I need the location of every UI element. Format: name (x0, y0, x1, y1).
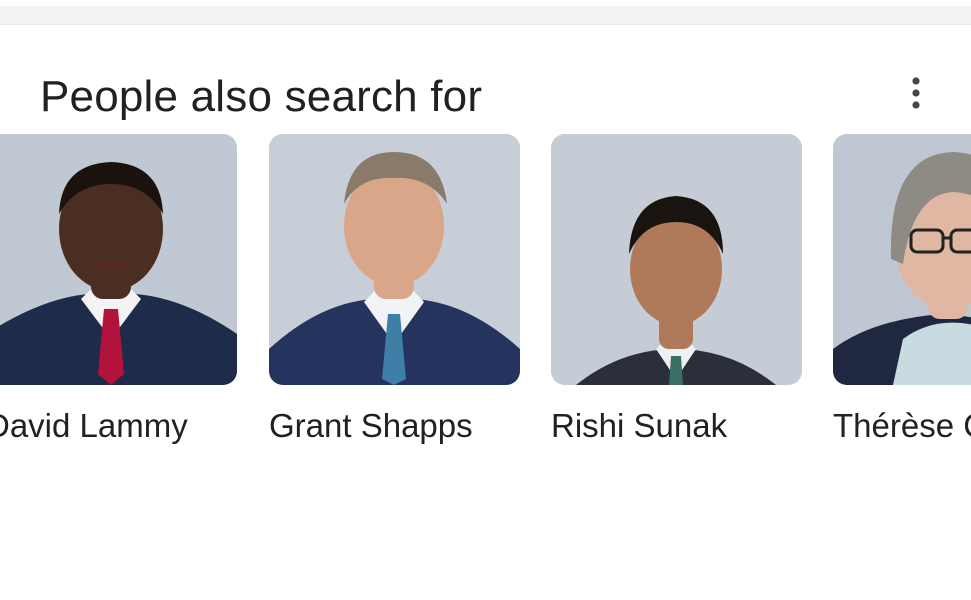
top-divider-strip (0, 0, 971, 25)
person-card-grant-shapps[interactable]: Grant Shapps (269, 134, 520, 444)
section-title: People also search for (40, 72, 483, 121)
people-carousel[interactable]: David Lammy Grant Shapps Rishi Sunak Thé… (0, 134, 971, 474)
person-name[interactable]: David Lammy (0, 406, 188, 446)
more-options-button[interactable] (896, 71, 936, 115)
person-photo[interactable] (0, 134, 237, 385)
person-name[interactable]: Grant Shapps (269, 406, 473, 446)
person-card-david-lammy[interactable]: David Lammy (0, 134, 237, 444)
person-photo[interactable] (833, 134, 971, 385)
person-photo[interactable] (551, 134, 802, 385)
person-photo[interactable] (269, 134, 520, 385)
person-card-therese-coffey[interactable]: Thérèse Coffey (833, 134, 971, 444)
person-name[interactable]: Thérèse Coffey (833, 406, 971, 446)
person-card-rishi-sunak[interactable]: Rishi Sunak (551, 134, 802, 444)
more-vert-icon (912, 77, 920, 109)
top-strip-highlight (0, 0, 971, 6)
person-name[interactable]: Rishi Sunak (551, 406, 727, 446)
